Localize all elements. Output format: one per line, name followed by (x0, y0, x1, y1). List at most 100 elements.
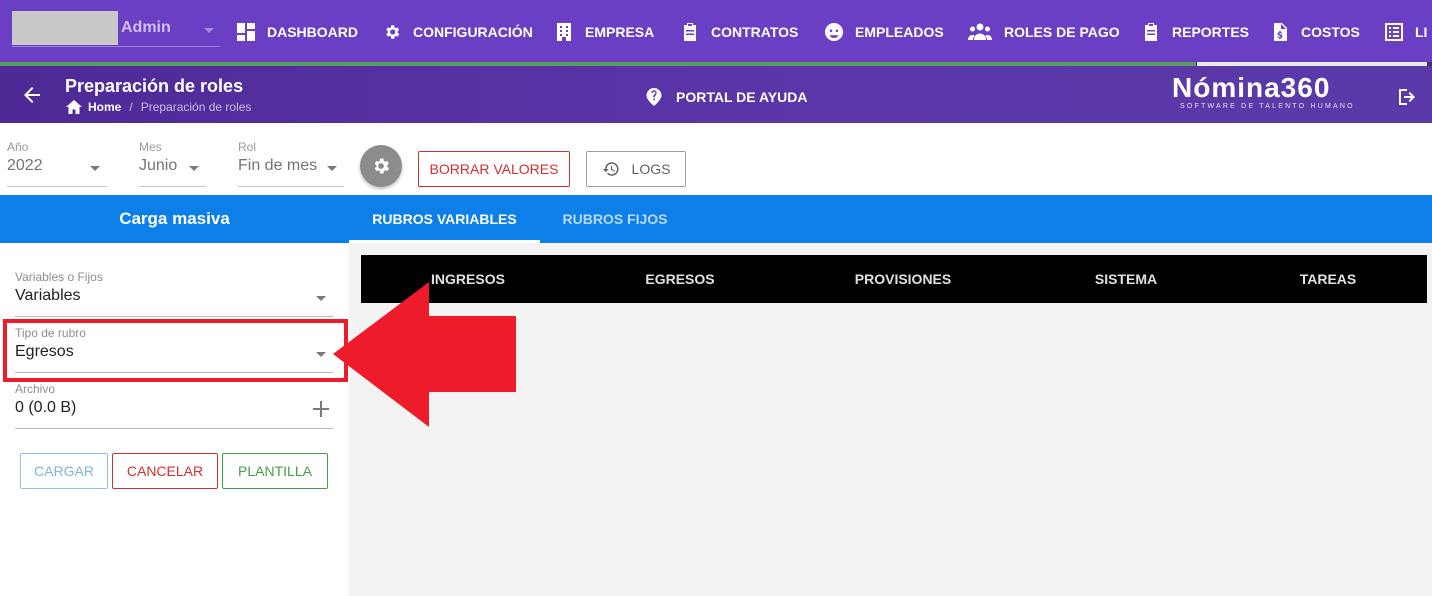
tab-rubros-variables[interactable]: RUBROS VARIABLES (349, 195, 540, 243)
nav-item-roles-de-pago[interactable]: ROLES DE PAGO (968, 20, 1120, 44)
template-button[interactable]: PLANTILLA (222, 453, 328, 489)
nav-label: LI (1415, 24, 1428, 40)
template-label: PLANTILLA (238, 463, 312, 479)
cancel-label: CANCELAR (126, 463, 204, 479)
subtab-provisiones[interactable]: PROVISIONES (785, 255, 1021, 303)
help-portal-label: PORTAL DE AYUDA (676, 89, 808, 105)
field-underline (139, 186, 206, 187)
nav-label: CONFIGURACIÓN (413, 24, 533, 40)
top-navbar: Admin DASHBOARD CONFIGURACIÓN EMPRESA CO… (0, 0, 1432, 62)
tab-rubros-fijos[interactable]: RUBROS FIJOS (540, 195, 690, 243)
bulk-load-title: Carga masiva (119, 209, 230, 228)
nav-item-dashboard[interactable]: DASHBOARD (237, 20, 358, 44)
logout-icon[interactable] (1397, 87, 1417, 107)
chevron-down-icon (316, 296, 326, 301)
subtab-label: EGRESOS (645, 271, 715, 287)
subtab-label: TAREAS (1299, 271, 1357, 287)
nav-label: REPORTES (1172, 24, 1250, 40)
dashboard-icon (237, 23, 255, 41)
variables-or-fixed-label: Variables o Fijos (15, 270, 103, 284)
clear-values-button[interactable]: BORRAR VALORES (418, 151, 570, 187)
logo-sub: SOFTWARE DE TALENTO HUMANO (1180, 103, 1355, 110)
month-label: Mes (139, 140, 162, 154)
subtab-egresos[interactable]: EGRESOS (575, 255, 785, 303)
face-icon (825, 23, 843, 41)
upload-button[interactable]: CARGAR (20, 453, 108, 489)
subtab-tareas[interactable]: TAREAS (1231, 255, 1425, 303)
avatar (12, 11, 118, 45)
nav-item-empleados[interactable]: EMPLEADOS (825, 20, 944, 44)
help-portal-link[interactable]: PORTAL DE AYUDA (645, 88, 807, 106)
users-icon (968, 23, 992, 40)
file-input[interactable]: Archivo 0 (0.0 B) (15, 382, 333, 429)
field-underline (238, 186, 344, 187)
nav-item-li[interactable]: LI (1385, 20, 1427, 44)
logo-main: Nómina360 (1172, 72, 1331, 103)
breadcrumb-current: Preparación de roles (140, 100, 252, 114)
chevron-down-icon (90, 166, 100, 171)
back-arrow-icon[interactable] (22, 85, 42, 105)
page-header: Preparación de roles Home / Preparación … (0, 66, 1432, 123)
subtab-sistema[interactable]: SISTEMA (1021, 255, 1231, 303)
tab-label: RUBROS FIJOS (562, 211, 668, 227)
subtab-label: SISTEMA (1094, 271, 1158, 287)
highlight-box (3, 319, 348, 382)
page-title: Preparación de roles (65, 76, 244, 96)
help-icon (646, 88, 662, 106)
logs-label: LOGS (631, 161, 671, 177)
building-icon (557, 23, 571, 41)
tab-label: RUBROS VARIABLES (372, 211, 517, 227)
clipboard-list-icon (1145, 23, 1157, 41)
user-name: Admin (121, 19, 171, 36)
home-icon (66, 100, 82, 114)
year-select[interactable]: Año 2022 (7, 140, 107, 187)
nav-label: EMPLEADOS (855, 24, 944, 40)
file-label: Archivo (15, 382, 56, 396)
upload-label: CARGAR (34, 463, 94, 479)
nav-item-empresa[interactable]: EMPRESA (555, 20, 654, 44)
add-file-icon[interactable] (313, 401, 329, 417)
variables-or-fixed-select[interactable]: Variables o Fijos Variables (15, 270, 333, 317)
brand-logo: Nómina360 SOFTWARE DE TALENTO HUMANO (1172, 72, 1355, 111)
chevron-down-icon (204, 28, 214, 33)
chevron-down-icon (327, 166, 337, 171)
variables-or-fixed-value: Variables (15, 287, 81, 304)
role-select[interactable]: Rol Fin de mes (238, 140, 344, 187)
nav-label: EMPRESA (585, 24, 655, 40)
breadcrumb-home[interactable]: Home (88, 100, 121, 114)
nav-label: DASHBOARD (267, 24, 358, 40)
breadcrumb-separator: / (129, 100, 133, 114)
nav-item-reportes[interactable]: REPORTES (1142, 20, 1249, 44)
chevron-down-icon (189, 166, 199, 171)
rubros-tabs: RUBROS VARIABLES RUBROS FIJOS (349, 195, 1432, 243)
logs-button[interactable]: LOGS (586, 151, 686, 187)
nav-item-contratos[interactable]: CONTRATOS (681, 20, 798, 44)
file-value: 0 (0.0 B) (15, 399, 77, 416)
subtab-label: PROVISIONES (854, 271, 952, 287)
gear-icon (386, 25, 400, 39)
cancel-button[interactable]: CANCELAR (112, 453, 218, 489)
invoice-icon (1274, 23, 1287, 41)
active-tab-indicator (349, 240, 540, 243)
field-underline (7, 186, 107, 187)
field-underline (15, 428, 333, 429)
nav-item-costos[interactable]: COSTOS (1271, 20, 1360, 44)
gear-icon (374, 158, 389, 174)
nav-label: CONTRATOS (711, 24, 799, 40)
year-label: Año (7, 140, 29, 154)
clipboard-icon (684, 23, 696, 41)
list-icon (1385, 23, 1403, 41)
user-menu[interactable]: Admin (12, 11, 220, 47)
nav-label: COSTOS (1301, 24, 1360, 40)
settings-button[interactable] (360, 145, 402, 187)
role-label: Rol (238, 140, 257, 154)
field-underline (15, 316, 333, 317)
breadcrumb: Home / Preparación de roles (66, 100, 251, 114)
rubro-category-tabs: INGRESOS EGRESOS PROVISIONES SISTEMA TAR… (361, 255, 1427, 303)
nav-label: ROLES DE PAGO (1004, 24, 1120, 40)
clear-values-label: BORRAR VALORES (429, 161, 559, 177)
annotation-arrow-icon (333, 282, 516, 427)
history-icon (602, 162, 619, 176)
month-select[interactable]: Mes Junio (139, 140, 206, 187)
nav-item-configuracion[interactable]: CONFIGURACIÓN (383, 20, 533, 44)
